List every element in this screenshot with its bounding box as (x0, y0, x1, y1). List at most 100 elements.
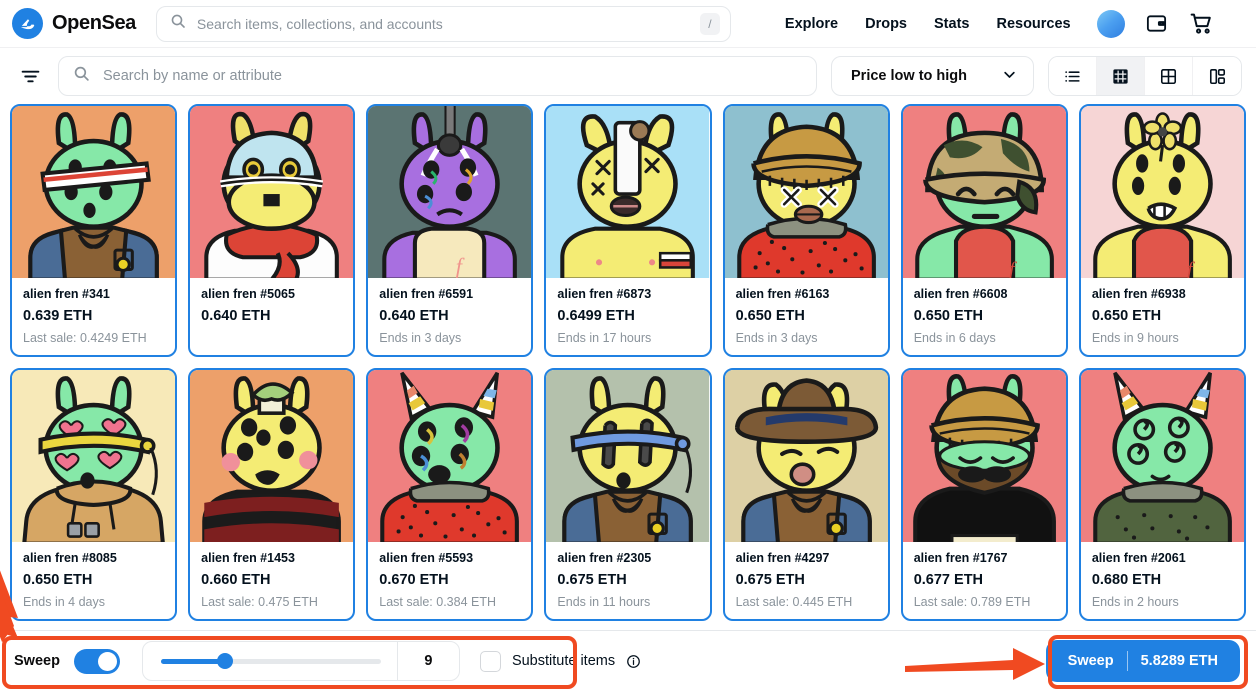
nft-price: 0.670 ETH (379, 572, 449, 588)
sweep-slider-track (160, 653, 381, 669)
nft-card[interactable]: alien fren #5065 0.640 ETH (188, 104, 356, 357)
nft-artwork (546, 106, 710, 278)
nft-title: alien fren #6591 (379, 287, 474, 301)
substitute-items-checkbox[interactable] (479, 650, 501, 672)
nft-title: alien fren #1453 (201, 551, 295, 565)
nft-card-info: alien fren #8085 0.650 ETH Ends in 4 day… (12, 542, 175, 619)
nft-card-info: alien fren #6873 0.6499 ETH Ends in 17 h… (546, 278, 709, 355)
nav-link-resources[interactable]: Resources (996, 16, 1070, 32)
nft-artwork: f (902, 106, 1066, 278)
nft-card[interactable]: f alien fren #6608 0.650 ETH Ends in 6 d… (900, 104, 1068, 357)
nft-card[interactable]: alien fren #6163 0.650 ETH Ends in 3 day… (722, 104, 890, 357)
sweep-button-label: Sweep (1067, 653, 1114, 669)
nft-card-info: alien fren #2061 0.680 ETH Ends in 2 hou… (1081, 542, 1244, 619)
sweep-quantity-value[interactable]: 9 (396, 642, 459, 680)
sweep-toggle[interactable] (73, 648, 120, 674)
collection-filter-bar: Price low to high (0, 48, 1256, 104)
nft-card-info: alien fren #6938 0.650 ETH Ends in 9 hou… (1081, 278, 1244, 355)
sort-dropdown-value: Price low to high (851, 68, 968, 84)
sweep-slider-thumb[interactable] (216, 653, 233, 669)
nft-price: 0.650 ETH (735, 308, 805, 324)
profile-avatar[interactable] (1096, 9, 1125, 38)
nav-link-stats[interactable]: Stats (934, 16, 969, 32)
nft-title: alien fren #8085 (23, 551, 117, 565)
nft-subtext: Last sale: 0.475 ETH (201, 595, 318, 609)
nft-title: alien fren #1767 (913, 551, 1008, 565)
nft-subtext: Ends in 11 hours (557, 595, 651, 609)
nft-title: alien fren #2061 (1091, 551, 1186, 565)
nft-artwork (902, 370, 1066, 542)
nft-subtext: Last sale: 0.4249 ETH (23, 331, 147, 345)
nft-artwork (546, 370, 710, 542)
grid-4-icon[interactable] (1145, 57, 1193, 95)
sweep-toggle-knob (97, 651, 117, 671)
nft-price: 0.650 ETH (1091, 308, 1162, 324)
nft-card-grid: alien fren #341 0.639 ETH Last sale: 0.4… (0, 104, 1256, 621)
nft-title: alien fren #341 (23, 287, 110, 301)
nft-card[interactable]: alien fren #5593 0.670 ETH Last sale: 0.… (366, 368, 534, 621)
nft-card[interactable]: alien fren #6873 0.6499 ETH Ends in 17 h… (544, 104, 712, 357)
sweep-action: Sweep 5.8289 ETH (1045, 640, 1240, 682)
view-mode-group (1048, 56, 1242, 96)
nft-artwork (12, 106, 176, 278)
wallet-icon[interactable] (1144, 11, 1170, 37)
sort-dropdown[interactable]: Price low to high (831, 56, 1034, 96)
cart-icon[interactable] (1189, 11, 1215, 37)
nft-card[interactable]: alien fren #1767 0.677 ETH Last sale: 0.… (900, 368, 1068, 621)
nft-subtext: Ends in 4 days (23, 595, 105, 609)
nft-card[interactable]: alien fren #341 0.639 ETH Last sale: 0.4… (10, 104, 178, 357)
info-icon[interactable] (626, 654, 641, 669)
nft-card[interactable]: alien fren #1453 0.660 ETH Last sale: 0.… (188, 368, 356, 621)
nft-card[interactable]: alien fren #2305 0.675 ETH Ends in 11 ho… (544, 368, 712, 621)
nft-title: alien fren #6608 (913, 287, 1008, 301)
collection-search-box[interactable] (58, 56, 817, 96)
collection-search-input[interactable] (101, 67, 802, 85)
sweep-button[interactable]: Sweep 5.8289 ETH (1045, 640, 1240, 682)
nft-artwork (190, 106, 354, 278)
sweep-quantity-control: 9 (141, 641, 460, 681)
opensea-sail-logo (12, 8, 43, 39)
nft-card[interactable]: alien fren #4297 0.675 ETH Last sale: 0.… (722, 368, 890, 621)
nft-card[interactable]: f alien fren #6938 0.650 ETH Ends in 9 h… (1078, 104, 1246, 357)
nft-price: 0.650 ETH (23, 572, 93, 588)
nft-title: alien fren #6938 (1091, 287, 1186, 301)
nft-price: 0.639 ETH (23, 308, 93, 324)
nft-title: alien fren #6873 (557, 287, 652, 301)
nft-artwork (1080, 370, 1244, 542)
filter-icon[interactable] (16, 62, 44, 90)
nft-subtext: Ends in 9 hours (1091, 331, 1179, 345)
nft-card[interactable]: alien fren #8085 0.650 ETH Ends in 4 day… (10, 368, 178, 621)
nft-card[interactable]: alien fren #2061 0.680 ETH Ends in 2 hou… (1078, 368, 1246, 621)
nft-card[interactable]: f alien fren #6591 0.640 ETH Ends in 3 d… (366, 104, 534, 357)
nft-subtext: Last sale: 0.384 ETH (379, 595, 497, 609)
nft-subtext: Ends in 2 hours (1091, 595, 1179, 609)
primary-nav-links: Explore Drops Stats Resources (785, 16, 1071, 32)
search-slash-hotkey: / (699, 12, 720, 35)
search-icon (170, 13, 186, 34)
sweep-slider-fill (160, 658, 225, 664)
nft-title: alien fren #5065 (201, 287, 295, 301)
nft-card-info: alien fren #6591 0.640 ETH Ends in 3 day… (368, 278, 531, 355)
global-search-box[interactable]: / (155, 5, 731, 42)
grid-detail-icon[interactable] (1193, 57, 1241, 95)
nft-card-info: alien fren #5593 0.670 ETH Last sale: 0.… (368, 542, 531, 619)
nft-price: 0.6499 ETH (557, 308, 635, 324)
global-search-input[interactable] (194, 14, 691, 33)
nft-subtext: Last sale: 0.445 ETH (735, 595, 853, 609)
nft-card-info: alien fren #6163 0.650 ETH Ends in 3 day… (725, 278, 888, 355)
nft-price: 0.680 ETH (1091, 572, 1162, 588)
sweep-button-divider (1126, 651, 1128, 671)
search-icon (73, 65, 90, 87)
nav-link-drops[interactable]: Drops (865, 16, 907, 32)
top-navigation-bar: OpenSea / Explore Drops Stats Resources (0, 0, 1256, 48)
grid-dense-icon[interactable] (1097, 57, 1145, 95)
nft-subtext: Ends in 6 days (913, 331, 996, 345)
nft-price: 0.660 ETH (201, 572, 271, 588)
nft-price: 0.650 ETH (913, 308, 984, 324)
brand-home-link[interactable]: OpenSea (12, 8, 136, 39)
sweep-toolbar: Sweep 9 Substitute items Sweep 5.8289 ET… (0, 630, 1256, 691)
sweep-slider[interactable] (143, 653, 397, 669)
nft-price: 0.677 ETH (913, 572, 984, 588)
list-icon[interactable] (1049, 57, 1097, 95)
nav-link-explore[interactable]: Explore (785, 16, 838, 32)
